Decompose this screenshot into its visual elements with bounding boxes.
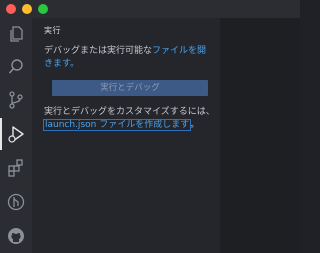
search-icon [8,59,23,74]
activity-source-control[interactable] [0,84,32,116]
activity-run-debug[interactable] [0,118,32,150]
run-debug-icon [8,126,24,143]
editor-area [220,18,300,253]
open-file-message: デバッグまたは実行可能なファイルを開きます。 [44,45,212,71]
customize-message: 実行とデバッグをカスタマイズするには、 launch.json ファイルを作成し… [42,106,216,132]
extensions-icon [8,159,23,177]
create-launch-suffix: 。 [190,120,200,130]
minimize-window-button[interactable] [22,4,32,14]
run-and-debug-button[interactable]: 実行とデバッグ [52,80,208,96]
files-icon [10,26,23,42]
create-launch-json-link[interactable]: launch.json ファイルを作成します [42,119,192,131]
open-file-text: デバッグまたは実行可能な [44,46,153,56]
github-icon [8,228,24,244]
run-debug-sidebar: 実行 デバッグまたは実行可能なファイルを開きます。 実行とデバッグ 実行とデバッ… [32,18,220,253]
activity-extensions[interactable] [0,152,32,184]
activity-github[interactable] [0,220,32,252]
zoom-window-button[interactable] [38,4,48,14]
activity-bar [0,18,32,253]
remote-icon [7,193,25,211]
open-file-suffix: 。 [70,59,80,69]
activity-remote[interactable] [0,186,32,218]
source-control-icon [9,91,23,109]
create-launch-json-label: launch.json ファイルを作成します [45,120,190,130]
close-window-button[interactable] [6,4,16,14]
customize-text: 実行とデバッグをカスタマイズするには、 [44,107,215,117]
sidebar-title: 実行 [44,26,61,35]
activity-search[interactable] [0,51,32,83]
activity-explorer[interactable] [0,18,32,50]
title-bar [0,0,300,18]
